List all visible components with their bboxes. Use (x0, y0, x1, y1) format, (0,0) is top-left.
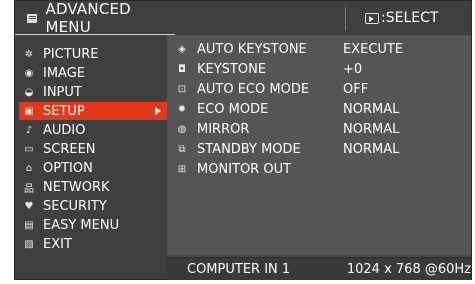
setup-icon: ▣ (24, 105, 34, 117)
setting-value: NORMAL (343, 121, 400, 137)
menu-item-network[interactable]: 品 NETWORK (19, 178, 167, 196)
setting-label: MONITOR OUT (197, 161, 292, 177)
menu-list: ✲ PICTURE ◉ IMAGE ◒ INPUT ▣ SETUP ♪ AUDI… (15, 35, 167, 279)
setting-label: KEYSTONE (197, 61, 267, 77)
menu-item-label: EASY MENU (43, 217, 120, 233)
enter-key-icon (365, 12, 379, 24)
menu-item-security[interactable]: ♥ SECURITY (19, 197, 167, 215)
eco-mode-icon: ✹ (177, 103, 187, 115)
setting-value: NORMAL (343, 101, 400, 117)
option-icon: ⌂ (25, 162, 33, 174)
menu-item-label: AUDIO (43, 122, 86, 138)
exit-icon: ▧ (24, 238, 34, 250)
security-icon: ♥ (24, 200, 34, 212)
setting-row-keystone[interactable]: ◘ KEYSTONE +0 (175, 60, 465, 78)
setting-value: EXECUTE (343, 41, 404, 57)
menu-item-input[interactable]: ◒ INPUT (19, 83, 167, 101)
setting-label: ECO MODE (197, 101, 269, 117)
auto-keystone-icon: ◈ (178, 43, 186, 55)
network-icon: 品 (24, 183, 34, 195)
monitor-out-icon: ⊞ (177, 163, 187, 175)
menu-item-label: IMAGE (43, 65, 86, 81)
easy-menu-icon: ▤ (24, 219, 34, 231)
setting-row-monitor-out[interactable]: ⊞ MONITOR OUT (175, 160, 465, 178)
menu-item-label: INPUT (43, 84, 82, 100)
setting-row-auto-eco-mode[interactable]: ⊡ AUTO ECO MODE OFF (175, 80, 465, 98)
menu-item-option[interactable]: ⌂ OPTION (19, 159, 167, 177)
menu-item-label: SCREEN (43, 141, 96, 157)
setting-label: AUTO KEYSTONE (197, 41, 307, 57)
menu-item-label: NETWORK (43, 179, 110, 195)
setting-value: OFF (343, 81, 369, 97)
menu-item-label: SETUP (43, 103, 85, 119)
signal-resolution: 1024 x 768 @60Hz (346, 261, 471, 277)
menu-item-screen[interactable]: ▭ SCREEN (19, 140, 167, 158)
advanced-menu-window: ADVANCED MENU : SELECT ✲ PICTURE ◉ IMAGE… (14, 0, 472, 280)
menu-item-label: EXIT (43, 236, 72, 252)
setting-label: MIRROR (197, 121, 250, 137)
audio-icon: ♪ (25, 124, 33, 136)
image-icon: ◉ (24, 67, 34, 79)
picture-icon: ✲ (24, 48, 34, 60)
menu-item-picture[interactable]: ✲ PICTURE (19, 45, 167, 63)
setting-row-eco-mode[interactable]: ✹ ECO MODE NORMAL (175, 100, 465, 118)
select-label: SELECT (385, 10, 439, 26)
setting-value: NORMAL (343, 141, 400, 157)
menu-item-label: SECURITY (43, 198, 107, 214)
setting-row-mirror[interactable]: ◍ MIRROR NORMAL (175, 120, 465, 138)
input-source: COMPUTER IN 1 (187, 261, 291, 277)
menu-item-setup[interactable]: ▣ SETUP (19, 102, 167, 120)
status-bar: COMPUTER IN 1 1024 x 768 @60Hz (167, 257, 471, 280)
menu-icon (27, 13, 38, 23)
auto-eco-mode-icon: ⊡ (177, 83, 187, 95)
menu-item-easy-menu[interactable]: ▤ EASY MENU (19, 216, 167, 234)
setting-row-standby-mode[interactable]: ⧉ STANDBY MODE NORMAL (175, 140, 465, 158)
keystone-icon: ◘ (178, 63, 186, 75)
input-icon: ◒ (24, 86, 34, 98)
submenu-arrow-icon (155, 107, 161, 115)
setting-label: STANDBY MODE (197, 141, 301, 157)
menu-item-audio[interactable]: ♪ AUDIO (19, 121, 167, 139)
setting-label: AUTO ECO MODE (197, 81, 310, 97)
setting-row-auto-keystone[interactable]: ◈ AUTO KEYSTONE EXECUTE (175, 40, 465, 58)
standby-mode-icon: ⧉ (178, 143, 186, 155)
menu-header: ADVANCED MENU : SELECT (15, 0, 471, 37)
screen-icon: ▭ (24, 143, 34, 155)
setting-value: +0 (343, 61, 363, 77)
mirror-icon: ◍ (177, 123, 187, 135)
menu-item-label: PICTURE (43, 46, 99, 62)
menu-item-exit[interactable]: ▧ EXIT (19, 235, 167, 253)
select-hint: : SELECT (345, 1, 471, 35)
menu-item-label: OPTION (43, 160, 93, 176)
menu-item-image[interactable]: ◉ IMAGE (19, 64, 167, 82)
menu-title: ADVANCED MENU (45, 0, 131, 36)
header-divider (345, 7, 346, 31)
setup-panel: ◈ AUTO KEYSTONE EXECUTE ◘ KEYSTONE +0 ⊡ … (167, 35, 471, 255)
header-title-area: ADVANCED MENU (15, 0, 175, 36)
